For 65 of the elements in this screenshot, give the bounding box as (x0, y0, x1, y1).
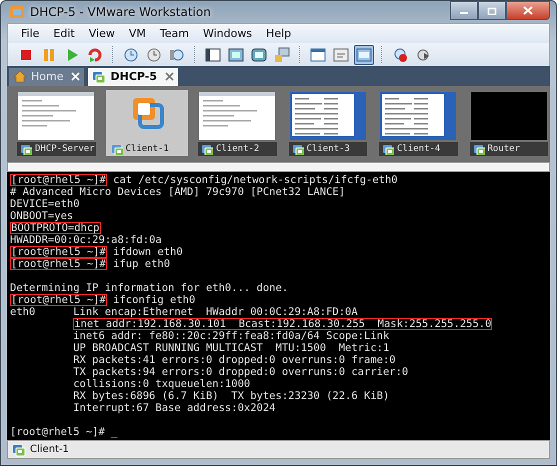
vm-icon (110, 142, 122, 155)
menu-item[interactable]: Windows (196, 26, 260, 40)
terminal-text: Link encap:Ethernet HWaddr 00:0C:29:A8:FD:0A (73, 306, 358, 318)
terminal-text: Determining IP information for eth0... done. (10, 282, 288, 294)
menu-item[interactable]: Edit (46, 26, 82, 40)
close-icon[interactable] (164, 72, 174, 82)
window-icon[interactable] (310, 46, 326, 63)
vm-icon (382, 142, 394, 155)
vm-thumbnail[interactable]: Client-2 (196, 90, 278, 156)
terminal-text: RX packets:41 errors:0 dropped:0 overruns:0 frame:0 (73, 354, 396, 366)
minimize-button[interactable] (450, 1, 478, 20)
highlighted-text: [root@rhel5 ~]# (10, 294, 107, 306)
menu-item[interactable]: File (14, 26, 46, 40)
highlighted-text: [root@rhel5 ~]# (10, 174, 107, 186)
terminal-text: RX bytes:6896 (6.7 KiB) TX bytes:23230 (22.6 KiB) (73, 390, 390, 402)
terminal-text: ifconfig eth0 (112, 294, 196, 306)
vm-thumbnail[interactable]: Client-1 (106, 90, 188, 156)
menu-item[interactable]: Team (152, 26, 196, 40)
vm-thumbnail[interactable]: Router (468, 90, 550, 156)
vm-thumbnail[interactable]: DHCP-Server (15, 90, 98, 156)
vm-icon (20, 142, 32, 155)
terminal-text: eth0 (10, 306, 36, 318)
highlighted-text: [root@rhel5 ~]# (10, 258, 107, 270)
vm-icon (472, 142, 484, 155)
vm-thumbnail[interactable]: Client-3 (286, 90, 369, 156)
terminal-text: UP BROADCAST RUNNING MULTICAST MTU:1500 Metric:1 (73, 342, 390, 354)
terminal-text: Interrupt:67 Base address:0x2024 (73, 402, 276, 414)
fullscreen-icon[interactable] (228, 46, 244, 63)
document-icon[interactable] (333, 46, 349, 63)
status-text: Client-1 (30, 444, 69, 456)
vm-thumbnail[interactable]: Client-4 (377, 90, 460, 156)
terminal-text: DEVICE=eth0 (10, 198, 80, 210)
terminal-text: cat /etc/sysconfig/network-scripts/ifcfg-eth0 (112, 174, 398, 186)
app-icon (9, 4, 25, 19)
windows-icon[interactable] (274, 46, 290, 63)
replay-icon[interactable] (415, 46, 431, 63)
highlighted-text: inet addr:192.168.30.101 Bcast:192.168.30.255 Mask:255.255.255.0 (73, 318, 492, 330)
refresh-icon[interactable] (87, 46, 103, 63)
terminal-text: HWADDR=00:0c:29:a8:fd:0a (10, 234, 162, 246)
highlighted-text: BOOTPROTO=dhcp (10, 222, 101, 234)
terminal-text: TX packets:94 errors:0 dropped:0 overruns:0 carrier:0 (73, 366, 408, 378)
sidebar-icon[interactable] (205, 46, 221, 63)
terminal-text: collisions:0 txqueuelen:1000 (73, 378, 250, 390)
maximize-button[interactable] (478, 1, 506, 20)
window-title: DHCP-5 - VMware Workstation (30, 4, 211, 19)
screen-icon[interactable] (251, 46, 267, 63)
home-icon (13, 70, 27, 84)
menu-item[interactable]: Help (259, 26, 298, 40)
tab[interactable]: DHCP-5 (88, 68, 178, 86)
highlighted-text: [root@rhel5 ~]# (10, 246, 107, 258)
terminal-text: # Advanced Micro Devices [AMD] 79c970 [PCnet32 LANCE] (10, 186, 346, 198)
vm-icon (201, 142, 213, 155)
terminal-text: ifdown eth0 (112, 246, 183, 258)
close-button[interactable] (506, 1, 550, 20)
terminal-text: [root@rhel5 ~]# _ (10, 426, 118, 438)
vm-icon (12, 442, 26, 457)
vm-icon (292, 142, 304, 155)
terminal-text: ONBOOT=yes (10, 210, 74, 222)
terminal-text: inet6 addr: fe80::20c:29ff:fea8:fd0a/64 Scope:Link (73, 330, 390, 342)
menu-item[interactable]: View (82, 26, 122, 40)
record-icon[interactable] (392, 46, 408, 63)
vm-icon (92, 70, 106, 84)
console-screen[interactable] (7, 172, 550, 440)
terminal-text: ifup eth0 (112, 258, 170, 270)
menu-item[interactable]: VM (122, 26, 153, 40)
